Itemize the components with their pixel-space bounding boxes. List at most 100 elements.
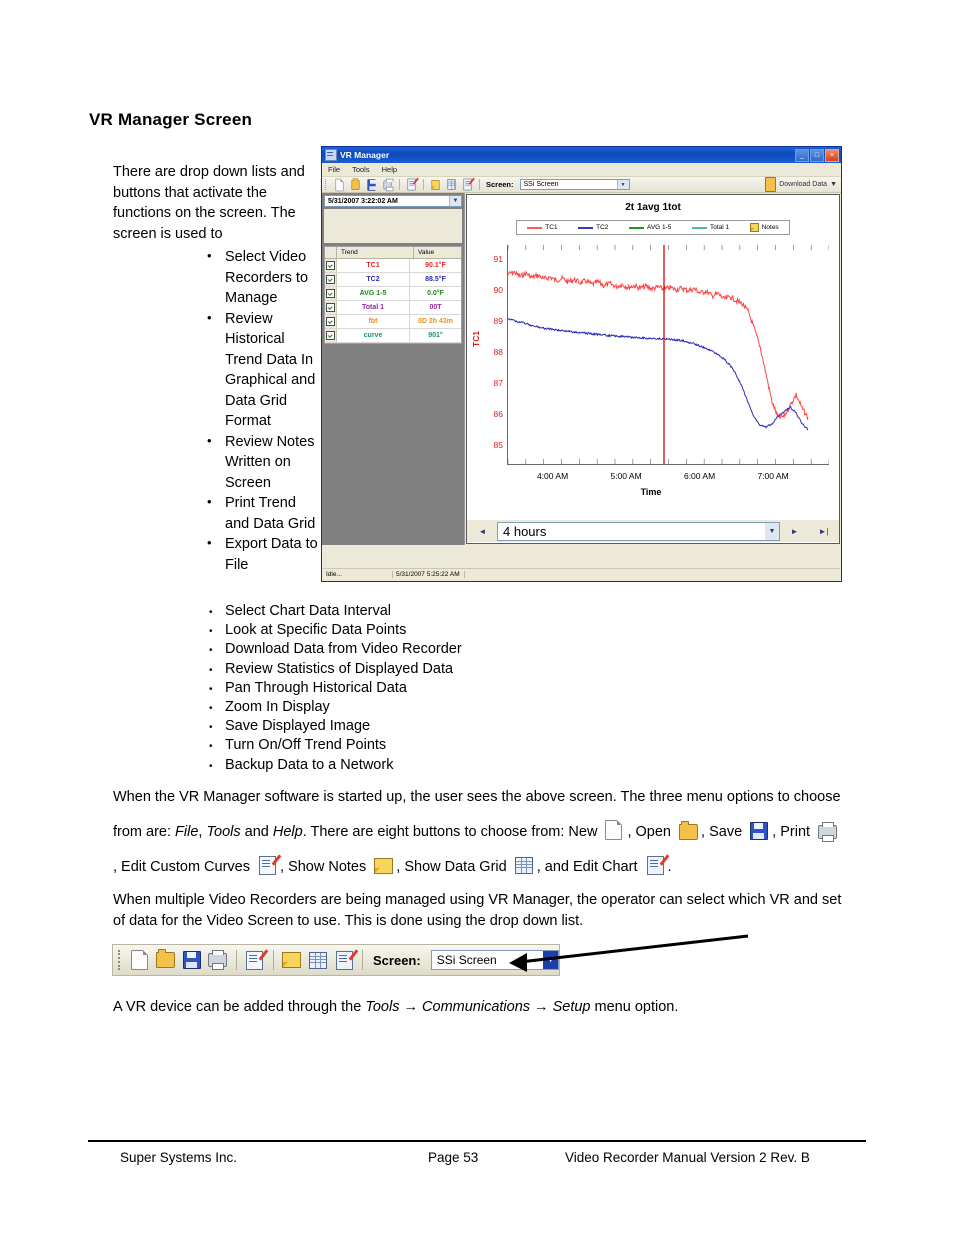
table-row[interactable]: TC1 90.1°F xyxy=(325,259,461,273)
screen-dropdown[interactable]: SSi Screen ▼ xyxy=(430,950,560,970)
para1-label-save: , Save xyxy=(701,824,747,840)
trend-name: TC2 xyxy=(337,273,410,286)
trend-checkbox[interactable] xyxy=(325,273,337,286)
para1-label-curves: , Edit Custom Curves xyxy=(113,859,255,875)
date-selector-value: 5/31/2007 3:22:02 AM xyxy=(328,197,398,205)
legend-item: Notes xyxy=(749,223,779,232)
para3-menu-setup: Setup xyxy=(552,999,591,1015)
trend-column-header: Trend xyxy=(337,247,414,258)
y-axis-tick: 86 xyxy=(493,409,503,420)
show-notes-button[interactable] xyxy=(282,949,302,971)
trend-checkbox[interactable] xyxy=(325,301,337,314)
para1-menu-file: File xyxy=(175,824,199,840)
para3-arrow-1: → xyxy=(399,999,423,1015)
table-row[interactable]: fbt 0D 2h 43m xyxy=(325,315,461,329)
trend-name: TC1 xyxy=(337,259,410,272)
plot-area[interactable] xyxy=(507,245,829,465)
menu-tools[interactable]: Tools xyxy=(352,165,370,174)
trend-value: 00T xyxy=(429,304,442,311)
para1-label-chart: , and Edit Chart xyxy=(536,859,642,875)
list-item: Review Historical Trend Data In Graphica… xyxy=(205,308,320,432)
toolbar-grip[interactable] xyxy=(325,179,329,190)
edit-chart-button[interactable] xyxy=(334,949,354,971)
show-data-grid-icon xyxy=(447,179,456,190)
edit-custom-curves-icon xyxy=(246,950,264,970)
legend-swatch xyxy=(527,226,543,229)
legend-label: Notes xyxy=(761,224,779,231)
minimize-button[interactable]: _ xyxy=(795,148,809,162)
trend-checkbox[interactable] xyxy=(325,287,337,300)
trend-checkbox[interactable] xyxy=(325,329,337,342)
y-axis-label: TC1 xyxy=(471,330,481,347)
x-axis-tick: 7:00 AM xyxy=(757,471,789,481)
menu-file[interactable]: File xyxy=(328,165,340,174)
screen-dropdown[interactable]: SSi Screen ▼ xyxy=(519,179,630,190)
interval-value: 4 hours xyxy=(503,523,547,539)
series-line xyxy=(508,269,809,421)
toolbar-separator-2 xyxy=(272,950,274,970)
value-column-header: Value xyxy=(418,249,435,256)
table-row[interactable]: AVG 1-5 0.0°F xyxy=(325,287,461,301)
edit-chart-button[interactable] xyxy=(461,178,474,191)
maximize-button[interactable]: □ xyxy=(810,148,824,162)
save-button[interactable] xyxy=(182,949,202,971)
legend-swatch xyxy=(578,226,594,229)
para3-text-1: A VR device can be added through the xyxy=(113,999,366,1015)
interval-dropdown[interactable]: 4 hours ▼ xyxy=(497,521,780,541)
last-button[interactable]: ►| xyxy=(809,520,838,542)
chart-legend: TC1 TC2 AVG 1-5 Total 1 Notes xyxy=(516,220,790,235)
open-button[interactable] xyxy=(156,949,176,971)
prev-button[interactable]: ◄ xyxy=(468,520,497,542)
table-row[interactable]: Total 1 00T xyxy=(325,301,461,315)
trend-checkbox[interactable] xyxy=(325,315,337,328)
toolbar-separator xyxy=(399,179,400,190)
footer-divider xyxy=(88,1140,866,1142)
trend-value: 901° xyxy=(428,332,443,339)
window-title-bar: VR Manager _ □ × xyxy=(322,147,841,163)
inline-new-icon xyxy=(603,819,625,841)
show-data-grid-button[interactable] xyxy=(445,178,458,191)
show-data-grid-button[interactable] xyxy=(308,949,328,971)
checkbox-column-header xyxy=(325,247,337,258)
trend-value: 88.5°F xyxy=(425,276,446,283)
trend-value: 90.1°F xyxy=(425,262,446,269)
feature-list-wide: Select Chart Data IntervalLook at Specif… xyxy=(205,602,765,776)
legend-item: AVG 1-5 xyxy=(628,224,671,231)
list-item: Export Data to File xyxy=(205,533,320,575)
show-notes-button[interactable] xyxy=(429,178,442,191)
edit-custom-curves-button[interactable] xyxy=(405,178,418,191)
new-button[interactable] xyxy=(333,178,346,191)
menu-bar: File Tools Help xyxy=(322,163,841,177)
notes-icon xyxy=(749,223,759,232)
table-row[interactable]: curve 901° xyxy=(325,329,461,343)
edit-custom-curves-button[interactable] xyxy=(245,949,265,971)
legend-item: TC2 xyxy=(578,224,608,231)
y-axis-tick: 87 xyxy=(493,378,503,389)
table-row[interactable]: TC2 88.5°F xyxy=(325,273,461,287)
close-button[interactable]: × xyxy=(825,148,839,162)
status-state: Idle... xyxy=(323,571,393,578)
paragraph-add-device: A VR device can be added through the Too… xyxy=(113,996,843,1018)
date-selector-dropdown[interactable]: 5/31/2007 3:22:02 AM ▼ xyxy=(324,195,462,207)
toolbar-grip[interactable] xyxy=(118,950,124,970)
app-icon xyxy=(325,149,337,161)
trend-value: 0.0°F xyxy=(427,290,444,297)
legend-item: Total 1 xyxy=(691,224,729,231)
print-button[interactable] xyxy=(381,178,394,191)
new-button[interactable] xyxy=(130,949,150,971)
list-item: Print Trend and Data Grid xyxy=(205,492,320,534)
download-data-menu[interactable]: Download Data ▼ xyxy=(765,177,841,192)
list-item: Download Data from Video Recorder xyxy=(205,640,765,660)
trend-checkbox[interactable] xyxy=(325,259,337,272)
para1-menu-help: Help xyxy=(272,824,303,840)
chevron-down-icon: ▼ xyxy=(543,951,559,969)
open-button[interactable] xyxy=(349,177,362,191)
next-button[interactable]: ► xyxy=(780,520,809,542)
save-button[interactable] xyxy=(365,178,378,191)
inline-edit-chart-icon xyxy=(644,854,666,876)
toolbar-separator-3 xyxy=(362,950,363,970)
para1-sep-2: and xyxy=(240,824,273,840)
inline-show-notes-icon xyxy=(372,854,394,876)
print-button[interactable] xyxy=(208,949,228,971)
menu-help[interactable]: Help xyxy=(382,165,397,174)
